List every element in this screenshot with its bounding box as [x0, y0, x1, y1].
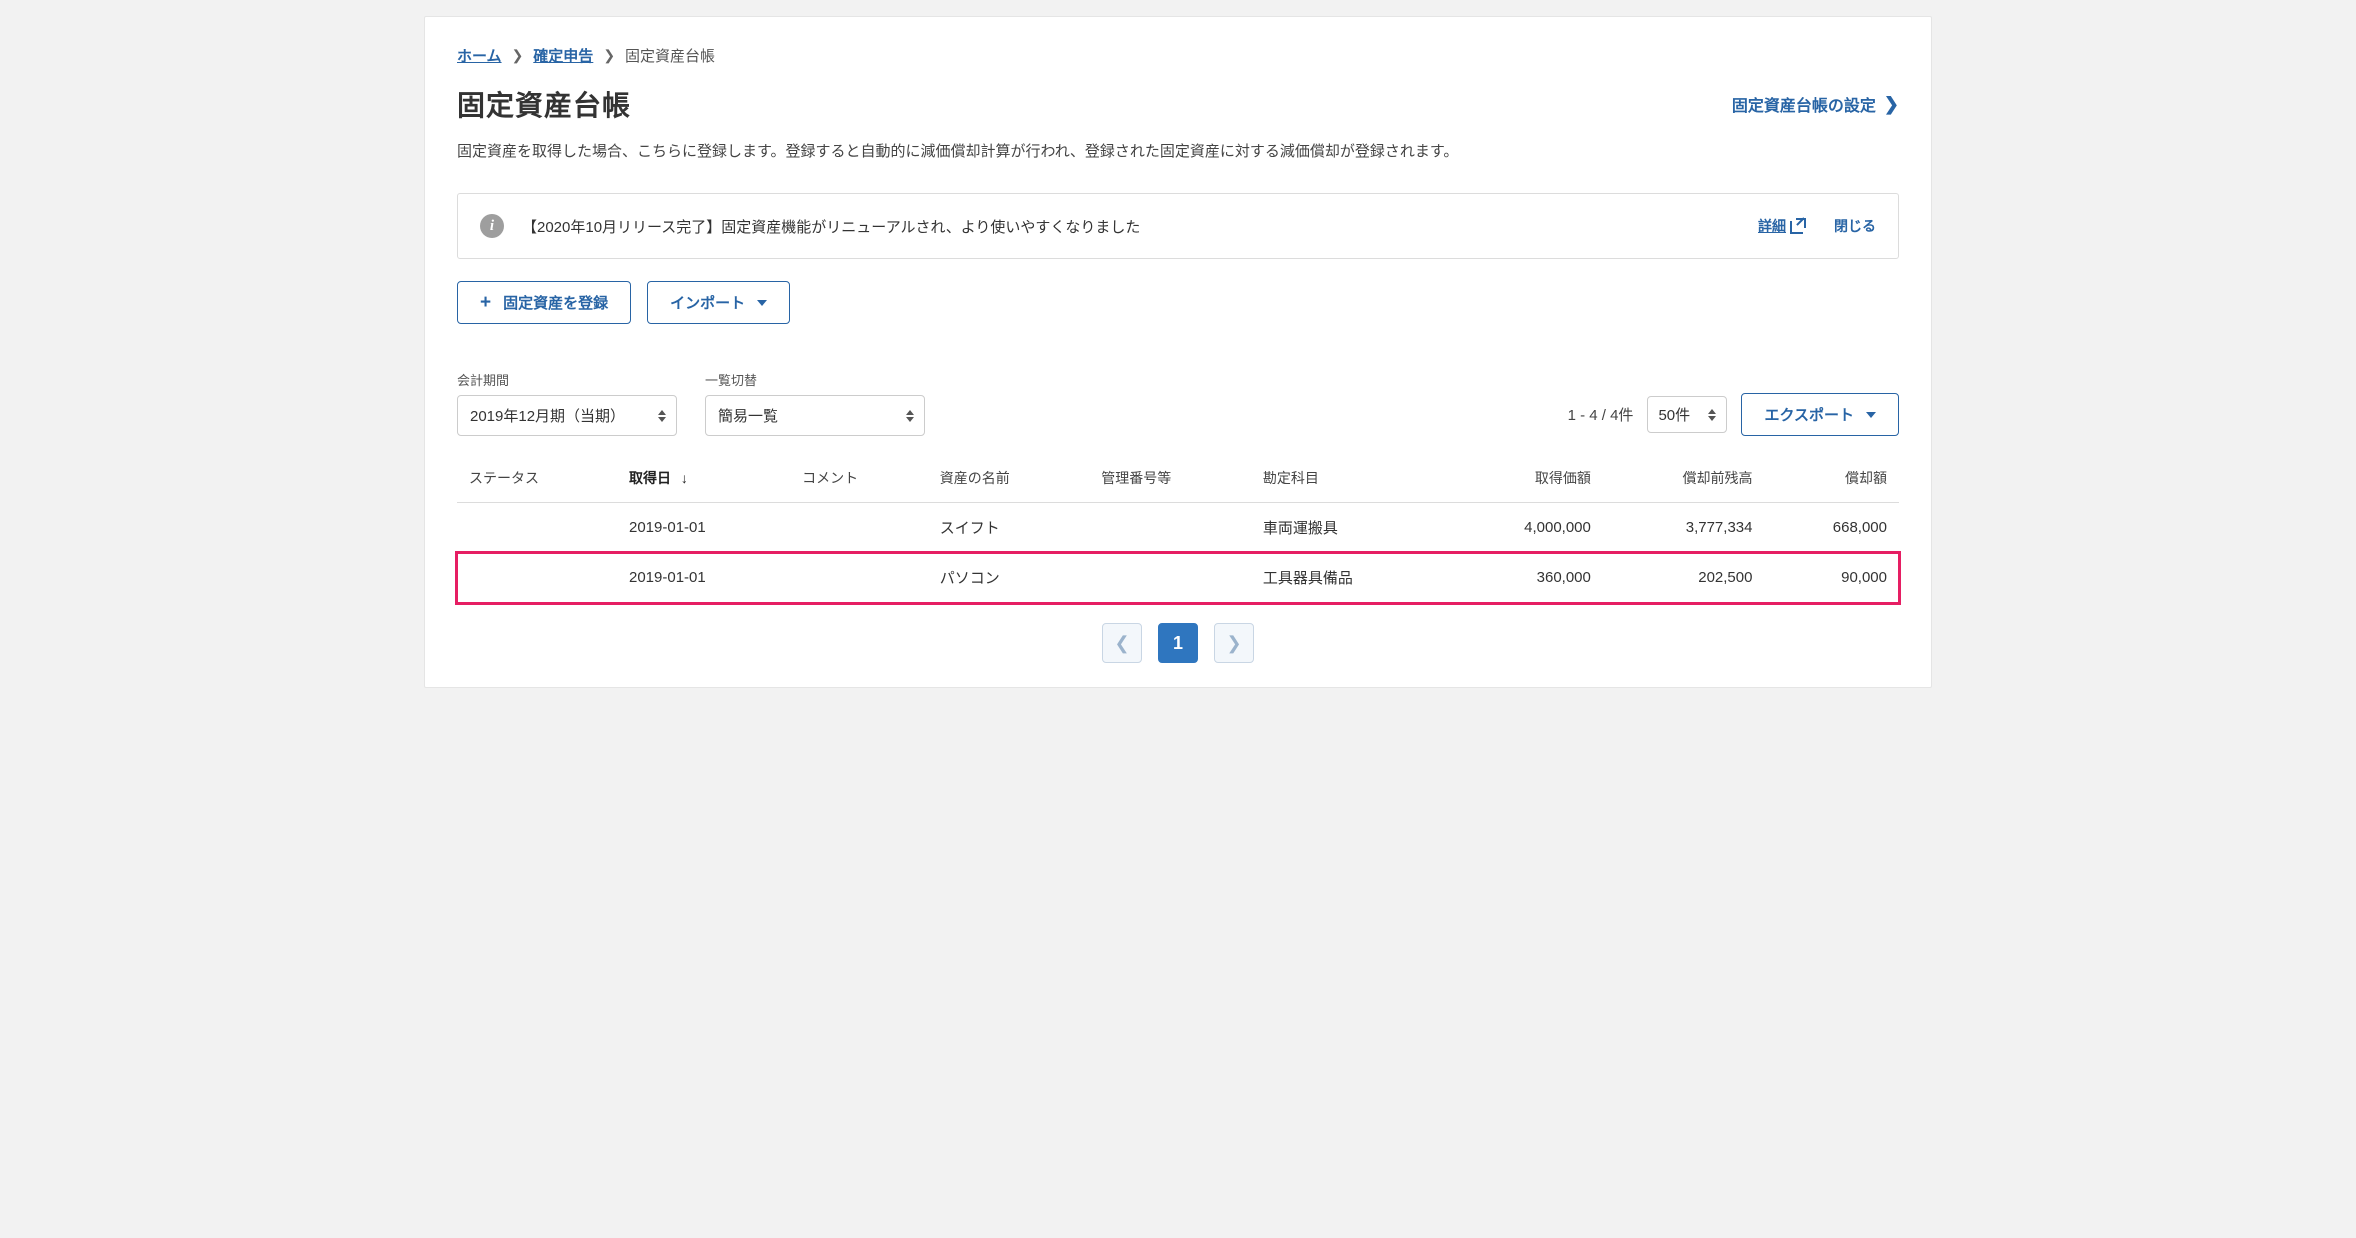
page-title: 固定資産台帳 — [457, 84, 631, 124]
chevron-right-icon: ❯ — [1884, 94, 1899, 115]
cell-number — [1089, 553, 1251, 603]
export-button-label: エクスポート — [1764, 404, 1854, 425]
col-account[interactable]: 勘定科目 — [1251, 454, 1447, 503]
col-number[interactable]: 管理番号等 — [1089, 454, 1251, 503]
caret-down-icon — [757, 300, 767, 306]
col-name[interactable]: 資産の名前 — [928, 454, 1090, 503]
caret-down-icon — [1866, 412, 1876, 418]
page-1-button[interactable]: 1 — [1158, 623, 1198, 663]
info-banner-text: 【2020年10月リリース完了】固定資産機能がリニューアルされ、より使いやすくな… — [522, 216, 1740, 237]
cell-name: スイフト — [928, 503, 1090, 553]
cell-account: 工具器具備品 — [1251, 553, 1447, 603]
filter-row: 会計期間 2019年12月期（当期） 一覧切替 簡易一覧 1 - 4 / 4件 … — [457, 370, 1899, 436]
import-button[interactable]: インポート — [647, 281, 790, 324]
pagesize-select[interactable]: 50件 — [1647, 396, 1727, 433]
info-icon: i — [480, 214, 504, 238]
plus-icon: + — [480, 293, 491, 312]
page-description: 固定資産を取得した場合、こちらに登録します。登録すると自動的に減価償却計算が行わ… — [457, 138, 1899, 165]
cell-number — [1089, 503, 1251, 553]
page-card: ホーム ❯ 確定申告 ❯ 固定資産台帳 固定資産台帳 固定資産台帳の設定 ❯ 固… — [424, 16, 1932, 688]
filter-period: 会計期間 2019年12月期（当期） — [457, 370, 677, 436]
action-buttons: + 固定資産を登録 インポート — [457, 281, 1899, 324]
cell-balance: 3,777,334 — [1603, 503, 1765, 553]
cell-status — [457, 503, 617, 553]
view-select[interactable]: 簡易一覧 — [705, 395, 925, 436]
external-link-icon — [1790, 218, 1806, 234]
cell-comment — [790, 503, 928, 553]
pagination: ❮ 1 ❯ — [457, 623, 1899, 663]
cell-cost: 360,000 — [1447, 553, 1603, 603]
col-date[interactable]: 取得日 ↓ — [617, 454, 790, 503]
select-caret-icon — [658, 410, 666, 422]
cell-cost: 4,000,000 — [1447, 503, 1603, 553]
page-next-button[interactable]: ❯ — [1214, 623, 1254, 663]
register-button-label: 固定資産を登録 — [503, 292, 608, 313]
breadcrumb: ホーム ❯ 確定申告 ❯ 固定資産台帳 — [457, 45, 1899, 66]
export-button[interactable]: エクスポート — [1741, 393, 1899, 436]
cell-account: 車両運搬具 — [1251, 503, 1447, 553]
col-status[interactable]: ステータス — [457, 454, 617, 503]
breadcrumb-separator-icon: ❯ — [603, 47, 615, 64]
register-asset-button[interactable]: + 固定資産を登録 — [457, 281, 631, 324]
cell-balance: 202,500 — [1603, 553, 1765, 603]
period-select-value: 2019年12月期（当期） — [470, 405, 625, 426]
chevron-right-icon: ❯ — [1226, 633, 1241, 654]
sort-down-icon: ↓ — [681, 470, 688, 486]
col-cost[interactable]: 取得価額 — [1447, 454, 1603, 503]
banner-detail-link[interactable]: 詳細 — [1758, 216, 1806, 236]
col-comment[interactable]: コメント — [790, 454, 928, 503]
chevron-left-icon: ❮ — [1114, 633, 1129, 654]
settings-link-label: 固定資産台帳の設定 — [1732, 92, 1876, 116]
breadcrumb-current: 固定資産台帳 — [625, 45, 715, 66]
page-prev-button[interactable]: ❮ — [1102, 623, 1142, 663]
result-count: 1 - 4 / 4件 — [1568, 404, 1634, 425]
asset-table: ステータス 取得日 ↓ コメント 資産の名前 管理番号等 勘定科目 取得価額 償… — [457, 454, 1899, 603]
col-date-label: 取得日 — [629, 470, 671, 486]
select-caret-icon — [1708, 409, 1716, 421]
select-caret-icon — [906, 410, 914, 422]
info-banner: i 【2020年10月リリース完了】固定資産機能がリニューアルされ、より使いやす… — [457, 193, 1899, 259]
view-label: 一覧切替 — [705, 370, 925, 389]
right-controls: 1 - 4 / 4件 50件 エクスポート — [1568, 393, 1899, 436]
table-row[interactable]: 2019-01-01 スイフト 車両運搬具4,000,0003,777,334668… — [457, 503, 1899, 553]
import-button-label: インポート — [670, 292, 745, 313]
pagesize-value: 50件 — [1658, 404, 1690, 425]
cell-dep: 90,000 — [1764, 553, 1899, 603]
asset-table-wrapper: ステータス 取得日 ↓ コメント 資産の名前 管理番号等 勘定科目 取得価額 償… — [457, 454, 1899, 603]
filter-view: 一覧切替 簡易一覧 — [705, 370, 925, 436]
cell-date: 2019-01-01 — [617, 553, 790, 603]
cell-name: パソコン — [928, 553, 1090, 603]
breadcrumb-separator-icon: ❯ — [512, 47, 524, 64]
period-select[interactable]: 2019年12月期（当期） — [457, 395, 677, 436]
cell-date: 2019-01-01 — [617, 503, 790, 553]
col-dep[interactable]: 償却額 — [1764, 454, 1899, 503]
banner-detail-label: 詳細 — [1758, 216, 1786, 236]
breadcrumb-tax[interactable]: 確定申告 — [533, 45, 593, 66]
cell-dep: 668,000 — [1764, 503, 1899, 553]
col-balance[interactable]: 償却前残高 — [1603, 454, 1765, 503]
breadcrumb-home[interactable]: ホーム — [457, 45, 502, 66]
cell-status — [457, 553, 617, 603]
table-row[interactable]: 2019-01-01 パソコン 工具器具備品360,000202,50090,000 — [457, 553, 1899, 603]
info-banner-actions: 詳細 閉じる — [1758, 216, 1876, 236]
banner-close-link[interactable]: 閉じる — [1834, 216, 1876, 236]
period-label: 会計期間 — [457, 370, 677, 389]
title-row: 固定資産台帳 固定資産台帳の設定 ❯ — [457, 84, 1899, 124]
cell-comment — [790, 553, 928, 603]
view-select-value: 簡易一覧 — [718, 405, 778, 426]
settings-link[interactable]: 固定資産台帳の設定 ❯ — [1732, 92, 1899, 116]
